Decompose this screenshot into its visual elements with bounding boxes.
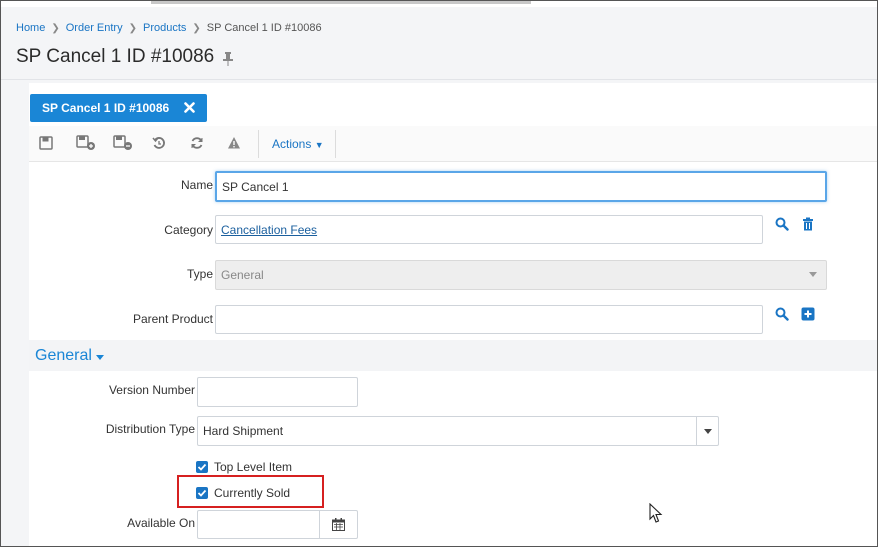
breadcrumb-home[interactable]: Home: [16, 22, 45, 34]
general-section-header: General: [29, 340, 877, 371]
save-icon[interactable]: [36, 134, 56, 152]
name-label: Name: [180, 178, 213, 192]
type-label: Type: [186, 267, 213, 281]
record-tab[interactable]: SP Cancel 1 ID #10086: [30, 94, 207, 122]
breadcrumb: Home ❯ Order Entry ❯ Products ❯ SP Cance…: [16, 22, 322, 34]
scroll-indicator: [151, 1, 531, 4]
caret-down-icon: [95, 354, 104, 360]
available-on-label: Available On: [127, 516, 195, 530]
name-field[interactable]: SP Cancel 1: [215, 171, 827, 202]
page-title-text: SP Cancel 1 ID #10086: [16, 46, 215, 67]
calendar-icon: [332, 518, 345, 531]
header-divider: [1, 79, 877, 80]
calendar-button[interactable]: [319, 511, 357, 538]
toolbar-divider: [258, 130, 259, 158]
undo-icon[interactable]: [149, 134, 169, 152]
search-icon[interactable]: [775, 307, 789, 321]
toolbar-divider: [335, 130, 336, 158]
name-value: SP Cancel 1: [222, 179, 289, 194]
type-select[interactable]: General: [215, 260, 827, 290]
chevron-right-icon: ❯: [192, 22, 201, 34]
caret-down-icon: [809, 272, 817, 277]
highlight-annotation: [177, 475, 324, 508]
parent-product-label: Parent Product: [132, 312, 213, 326]
top-level-item-label: Top Level Item: [214, 460, 293, 474]
general-section-toggle[interactable]: General: [35, 347, 104, 365]
app-window: Home ❯ Order Entry ❯ Products ❯ SP Cance…: [0, 0, 878, 547]
mouse-cursor-icon: [649, 502, 665, 525]
checkmark-icon: [197, 463, 207, 471]
top-level-item-checkbox[interactable]: [196, 461, 208, 473]
trash-icon[interactable]: [801, 217, 815, 231]
distribution-type-label: Distribution Type: [105, 422, 195, 436]
save-and-new-icon[interactable]: [76, 134, 96, 152]
top-level-item-row: Top Level Item: [196, 460, 292, 474]
type-value: General: [221, 268, 264, 282]
caret-down-icon: ▼: [314, 140, 324, 150]
pin-icon[interactable]: [223, 50, 234, 66]
version-number-label: Version Number: [108, 383, 195, 397]
close-icon[interactable]: [184, 102, 195, 113]
search-icon[interactable]: [775, 217, 789, 231]
version-number-field[interactable]: [197, 377, 358, 407]
select-arrow[interactable]: [696, 417, 718, 445]
category-link[interactable]: Cancellation Fees: [221, 223, 317, 237]
actions-menu-button[interactable]: Actions ▼: [272, 137, 324, 151]
breadcrumb-order-entry[interactable]: Order Entry: [66, 22, 123, 34]
category-label: Category: [164, 223, 213, 237]
top-strip: [1, 1, 877, 7]
distribution-type-value: Hard Shipment: [203, 424, 284, 438]
caret-down-icon: [703, 428, 712, 434]
save-and-add-icon[interactable]: [113, 134, 133, 152]
distribution-type-select[interactable]: Hard Shipment: [197, 416, 719, 446]
general-section-title: General: [35, 347, 92, 364]
record-tab-label: SP Cancel 1 ID #10086: [42, 101, 170, 115]
breadcrumb-products[interactable]: Products: [143, 22, 186, 34]
toolbar: Actions ▼: [29, 126, 877, 162]
refresh-icon[interactable]: [187, 134, 207, 152]
chevron-right-icon: ❯: [51, 22, 60, 34]
parent-product-field[interactable]: [215, 305, 763, 334]
record-panel: SP Cancel 1 ID #10086 Actions ▼ Name SP …: [29, 83, 877, 546]
actions-label: Actions: [272, 137, 312, 151]
add-icon[interactable]: [801, 307, 815, 321]
category-field[interactable]: Cancellation Fees: [215, 215, 763, 244]
breadcrumb-current: SP Cancel 1 ID #10086: [206, 22, 322, 34]
warning-icon[interactable]: [224, 134, 244, 152]
page-title: SP Cancel 1 ID #10086: [16, 46, 234, 68]
chevron-right-icon: ❯: [128, 22, 137, 34]
available-on-field[interactable]: [197, 510, 358, 539]
